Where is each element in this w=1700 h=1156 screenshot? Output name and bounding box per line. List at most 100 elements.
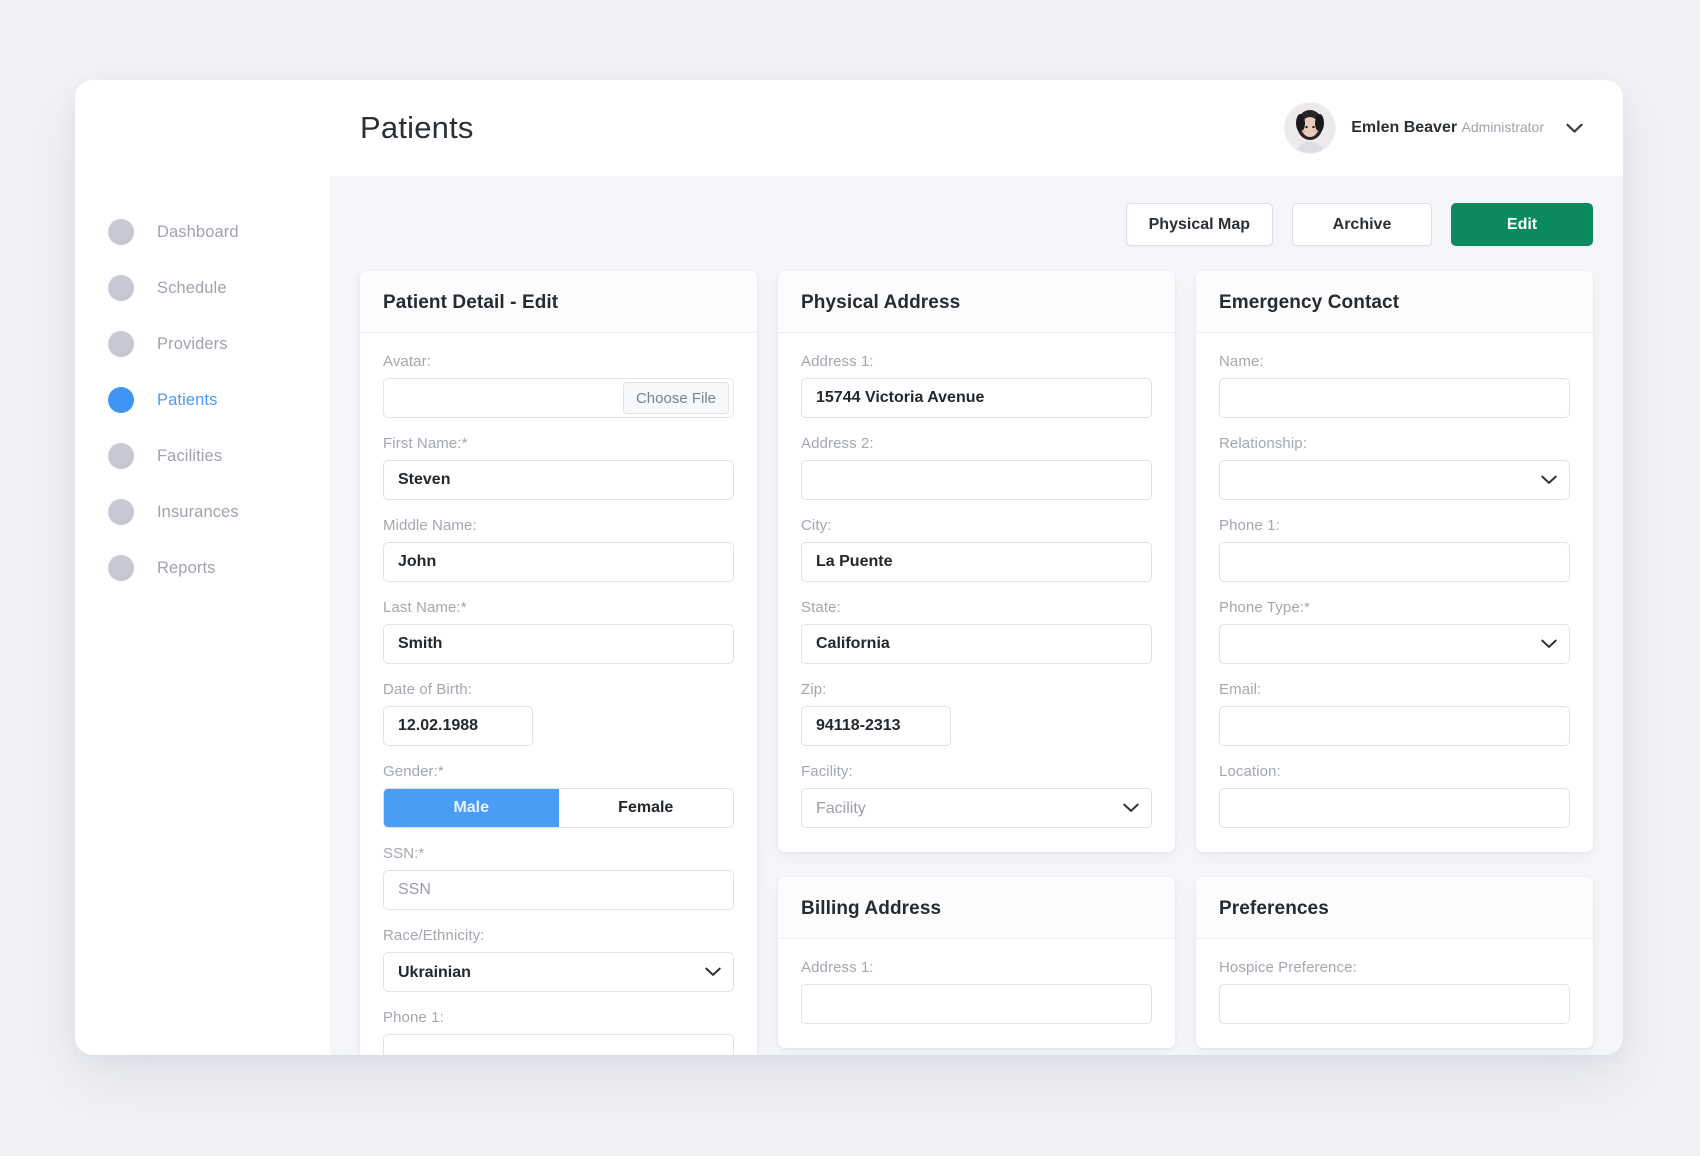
field-race-ethnicity: Race/Ethnicity: Ukrainian — [383, 927, 734, 992]
sidebar-item-facilities[interactable]: Facilities — [75, 428, 330, 484]
field-state: State: — [801, 599, 1152, 664]
chevron-down-icon[interactable] — [1566, 123, 1583, 134]
field-phone1: Phone 1: — [383, 1009, 734, 1055]
address2-input[interactable] — [801, 460, 1152, 500]
field-ssn: SSN:* — [383, 845, 734, 910]
card-title: Preferences — [1219, 898, 1329, 919]
field-hospice-preference: Hospice Preference: — [1219, 959, 1570, 1024]
column-patient-detail: Patient Detail - Edit Avatar: Choose Fil… — [360, 271, 757, 1055]
schedule-icon — [108, 275, 134, 301]
field-label: First Name:* — [383, 435, 468, 452]
content-area: Physical Map Archive Edit Patient Detail… — [330, 176, 1623, 1055]
contact-name-input[interactable] — [1219, 378, 1570, 418]
field-label: Last Name:* — [383, 599, 467, 616]
sidebar-item-label: Providers — [157, 334, 228, 353]
contact-email-input[interactable] — [1219, 706, 1570, 746]
field-label: Facility: — [801, 763, 853, 780]
field-label: Relationship: — [1219, 435, 1308, 452]
field-label: Phone 1: — [1219, 517, 1280, 534]
field-zip: Zip: — [801, 681, 1152, 746]
field-label: SSN:* — [383, 845, 425, 862]
app-window: Dashboard Schedule Providers Patients Fa… — [75, 80, 1623, 1055]
action-toolbar: Physical Map Archive Edit — [360, 203, 1593, 246]
page-title: Patients — [360, 110, 474, 145]
field-label: Middle Name: — [383, 517, 477, 534]
archive-button[interactable]: Archive — [1292, 203, 1432, 246]
card-physical-address: Physical Address Address 1: Address 2: — [778, 271, 1175, 852]
card-title: Emergency Contact — [1219, 292, 1400, 313]
dashboard-icon — [108, 219, 134, 245]
field-label: Gender:* — [383, 763, 444, 780]
card-header: Physical Address — [778, 271, 1175, 333]
first-name-input[interactable] — [383, 460, 734, 500]
field-label: Race/Ethnicity: — [383, 927, 485, 944]
field-contact-email: Email: — [1219, 681, 1570, 746]
sidebar-item-reports[interactable]: Reports — [75, 540, 330, 596]
ssn-input[interactable] — [383, 870, 734, 910]
race-ethnicity-select[interactable]: Ukrainian — [383, 952, 734, 992]
contact-location-input[interactable] — [1219, 788, 1570, 828]
field-label: Address 1: — [801, 959, 874, 976]
edit-button[interactable]: Edit — [1451, 203, 1593, 246]
field-address1: Address 1: — [801, 353, 1152, 418]
user-text: Emlen Beaver Administrator — [1351, 118, 1544, 138]
field-gender: Gender:* Male Female — [383, 763, 734, 828]
providers-icon — [108, 331, 134, 357]
card-patient-detail: Patient Detail - Edit Avatar: Choose Fil… — [360, 271, 757, 1055]
field-avatar: Avatar: Choose File — [383, 353, 734, 418]
contact-phone1-input[interactable] — [1219, 542, 1570, 582]
field-city: City: — [801, 517, 1152, 582]
reports-icon — [108, 555, 134, 581]
field-label: Zip: — [801, 681, 827, 698]
field-label: Date of Birth: — [383, 681, 472, 698]
sidebar-item-schedule[interactable]: Schedule — [75, 260, 330, 316]
field-label: Name: — [1219, 353, 1264, 370]
sidebar-item-insurances[interactable]: Insurances — [75, 484, 330, 540]
sidebar-item-dashboard[interactable]: Dashboard — [75, 204, 330, 260]
hospice-preference-input[interactable] — [1219, 984, 1570, 1024]
zip-input[interactable] — [801, 706, 951, 746]
field-billing-address1: Address 1: — [801, 959, 1152, 1024]
facilities-icon — [108, 443, 134, 469]
phone-type-select[interactable] — [1219, 624, 1570, 664]
choose-file-button[interactable]: Choose File — [622, 382, 729, 414]
sidebar-item-patients[interactable]: Patients — [75, 372, 330, 428]
card-emergency-contact: Emergency Contact Name: Relationship: Ph… — [1196, 271, 1593, 852]
middle-name-input[interactable] — [383, 542, 734, 582]
facility-select[interactable]: Facility — [801, 788, 1152, 828]
sidebar-nav-list: Dashboard Schedule Providers Patients Fa… — [75, 204, 330, 596]
relationship-select[interactable] — [1219, 460, 1570, 500]
card-body: Avatar: Choose File First Name:* Steven … — [360, 333, 757, 1055]
card-body: Hospice Preference: — [1196, 939, 1593, 1048]
phone1-input[interactable] — [383, 1034, 734, 1055]
field-label: Avatar: — [383, 353, 431, 370]
date-of-birth-input[interactable] — [383, 706, 533, 746]
user-menu[interactable]: Emlen Beaver Administrator — [1285, 103, 1593, 153]
address1-input[interactable] — [801, 378, 1152, 418]
card-title: Patient Detail - Edit — [383, 292, 559, 313]
card-header: Billing Address — [778, 877, 1175, 939]
field-label: Email: — [1219, 681, 1262, 698]
city-input[interactable] — [801, 542, 1152, 582]
field-facility: Facility: Facility — [801, 763, 1152, 828]
physical-map-button[interactable]: Physical Map — [1125, 203, 1273, 246]
insurances-icon — [108, 499, 134, 525]
gender-option-male[interactable]: Male — [384, 789, 559, 827]
field-phone-type: Phone Type:* — [1219, 599, 1570, 664]
field-relationship: Relationship: — [1219, 435, 1570, 500]
sidebar-item-providers[interactable]: Providers — [75, 316, 330, 372]
state-input[interactable] — [801, 624, 1152, 664]
gender-option-female[interactable]: Female — [558, 789, 733, 827]
last-name-input[interactable] — [383, 624, 734, 664]
card-header: Patient Detail - Edit — [360, 271, 757, 333]
field-address2: Address 2: — [801, 435, 1152, 500]
field-label: Phone 1: — [383, 1009, 444, 1026]
sidebar-item-label: Facilities — [157, 446, 223, 465]
sidebar-item-label: Reports — [157, 558, 216, 577]
card-title: Physical Address — [801, 292, 961, 313]
billing-address1-input[interactable] — [801, 984, 1152, 1024]
sidebar: Dashboard Schedule Providers Patients Fa… — [75, 80, 330, 1055]
avatar-file-input[interactable]: Choose File — [383, 378, 734, 418]
phone-type-select-wrapper — [1219, 624, 1570, 664]
field-last-name: Last Name:* — [383, 599, 734, 664]
